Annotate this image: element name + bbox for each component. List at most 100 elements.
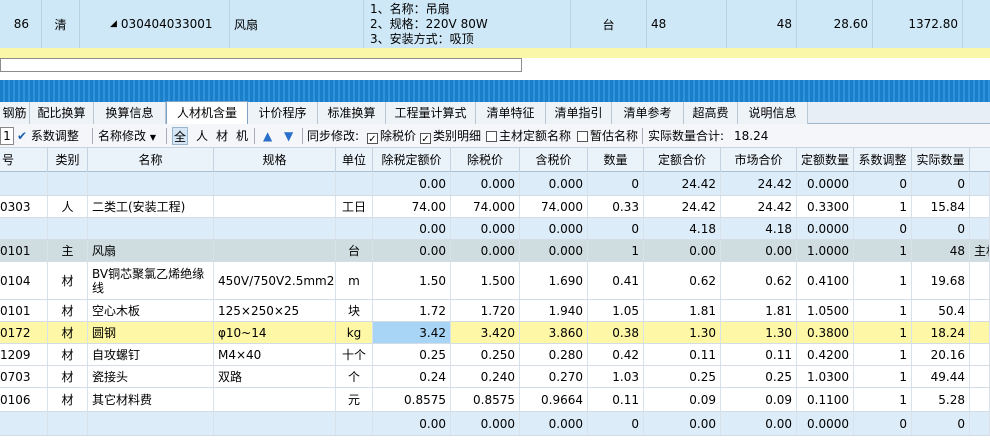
cell-qty[interactable]: 0.42 — [588, 344, 644, 365]
cell-code[interactable]: 0703 — [0, 366, 48, 387]
tab-conversion-info[interactable]: 换算信息 — [94, 102, 166, 124]
temp-name-checkbox[interactable]: 暂估名称 — [577, 124, 638, 148]
cell-name[interactable]: 其它材料费 — [88, 388, 214, 411]
cell-c9[interactable]: 0 — [912, 412, 970, 435]
column-header-market-total[interactable]: 市场合价 — [721, 148, 797, 172]
column-header-actual-qty[interactable]: 实际数量 — [912, 148, 970, 172]
cell-spec[interactable] — [214, 172, 336, 195]
cell-qty[interactable]: 0.38 — [588, 322, 644, 343]
parent-list-row[interactable]: 86 清 ◢ 030404033001 风扇 1、名称：吊扇 2、规格：220V … — [0, 0, 990, 48]
cell-c8[interactable]: 1 — [854, 196, 912, 217]
cell-unit[interactable]: 元 — [336, 388, 373, 411]
spin-input[interactable]: 1 — [0, 124, 14, 148]
tab-rebar[interactable]: 钢筋 — [0, 102, 30, 124]
cell-name[interactable] — [88, 412, 214, 435]
cell-unit[interactable]: 台 — [336, 240, 373, 261]
cell-c6[interactable]: 0.00 — [721, 412, 797, 435]
cell-spec[interactable]: 双路 — [214, 366, 336, 387]
cell-c5[interactable]: 24.42 — [644, 196, 721, 217]
cell-unit[interactable] — [336, 218, 373, 239]
cell-qty[interactable]: 0 — [588, 412, 644, 435]
cell-code[interactable]: 0106 — [0, 388, 48, 411]
cell-extra[interactable] — [970, 322, 990, 343]
cell-c2[interactable]: 3.420 — [451, 322, 520, 343]
table-row[interactable]: 0.00 0.000 0.000 0 24.42 24.42 0.0000 0 0 — [0, 172, 990, 196]
cell-c6[interactable]: 0.62 — [721, 262, 797, 299]
table-row[interactable]: 0.00 0.000 0.000 0 4.18 4.18 0.0000 0 0 — [0, 218, 990, 240]
cell-name[interactable]: 圆钢 — [88, 322, 214, 343]
cell-c5[interactable]: 0.09 — [644, 388, 721, 411]
cell-c1[interactable]: 0.00 — [373, 240, 451, 261]
cell-c1[interactable]: 1.50 — [373, 262, 451, 299]
cell-c5[interactable]: 0.25 — [644, 366, 721, 387]
cell-qty[interactable]: 1.05 — [588, 300, 644, 321]
cell-qty[interactable]: 0 — [588, 172, 644, 195]
cell-c3[interactable]: 0.270 — [520, 366, 588, 387]
tax-excluded-checkbox[interactable]: ✓ 除税价 — [367, 124, 416, 148]
table-row[interactable]: 0101 主风扇台 0.00 0.000 0.000 1 0.00 0.00 1.0000 1 48… — [0, 240, 990, 262]
cell-c2[interactable]: 74.000 — [451, 196, 520, 217]
cell-c9[interactable]: 15.84 — [912, 196, 970, 217]
cell-cat[interactable]: 主 — [48, 240, 88, 261]
cell-c6[interactable]: 24.42 — [721, 196, 797, 217]
cell-cat[interactable]: 材 — [48, 262, 88, 299]
cell-qty[interactable]: 1 — [588, 240, 644, 261]
cell-c5[interactable]: 4.18 — [644, 218, 721, 239]
cell-c1[interactable]: 0.25 — [373, 344, 451, 365]
column-header-quota-total[interactable]: 定额合价 — [644, 148, 721, 172]
tab-pricing-procedure[interactable]: 计价程序 — [248, 102, 318, 124]
cell-c3[interactable]: 3.860 — [520, 322, 588, 343]
system-adjust-button[interactable]: ✔ 系数调整 — [17, 124, 79, 148]
cell-c1[interactable]: 3.42 — [373, 322, 451, 343]
tab-list-features[interactable]: 清单特征 — [476, 102, 546, 124]
cell-c7[interactable]: 0.0000 — [797, 412, 854, 435]
cell-extra[interactable] — [970, 172, 990, 195]
cell-c7[interactable]: 0.3800 — [797, 322, 854, 343]
cell-c2[interactable]: 0.000 — [451, 172, 520, 195]
cell-code[interactable]: 0303 — [0, 196, 48, 217]
cell-cat[interactable]: 材 — [48, 388, 88, 411]
name-modify-dropdown[interactable]: 名称修改 ▼ — [98, 124, 156, 148]
cell-spec[interactable] — [214, 412, 336, 435]
tab-height-fee[interactable]: 超高费 — [684, 102, 738, 124]
table-row[interactable]: 0101 材空心木板 125×250×25 块 1.72 1.720 1.940 1.05 1.… — [0, 300, 990, 322]
cell-spec[interactable]: 450V/750V2.5mm2 — [214, 262, 336, 299]
tab-mix-ratio[interactable]: 配比换算 — [30, 102, 94, 124]
cell-c3[interactable]: 0.000 — [520, 218, 588, 239]
cell-c7[interactable]: 0.4100 — [797, 262, 854, 299]
filter-material-button[interactable]: 材 — [216, 124, 228, 148]
cell-c3[interactable]: 0.9664 — [520, 388, 588, 411]
cell-unit[interactable] — [336, 412, 373, 435]
cell-c6[interactable]: 24.42 — [721, 172, 797, 195]
cell-spec[interactable] — [214, 218, 336, 239]
move-up-icon[interactable]: ▲ — [263, 124, 272, 148]
cell-c6[interactable]: 0.11 — [721, 344, 797, 365]
cell-c5[interactable]: 0.00 — [644, 240, 721, 261]
cell-qty[interactable]: 0.11 — [588, 388, 644, 411]
column-header-category[interactable]: 类别 — [48, 148, 88, 172]
cell-c5[interactable]: 1.30 — [644, 322, 721, 343]
cell-c2[interactable]: 0.000 — [451, 240, 520, 261]
table-row[interactable]: 0303 人二类工(安装工程) 工日 74.00 74.000 74.000 0.33 24.… — [0, 196, 990, 218]
cell-c8[interactable]: 0 — [854, 412, 912, 435]
cell-c1[interactable]: 74.00 — [373, 196, 451, 217]
cell-unit[interactable]: 十个 — [336, 344, 373, 365]
cell-cat[interactable]: 材 — [48, 344, 88, 365]
cell-c7[interactable]: 1.0500 — [797, 300, 854, 321]
cell-unit[interactable]: kg — [336, 322, 373, 343]
cell-c7[interactable]: 1.0300 — [797, 366, 854, 387]
cell-c1[interactable]: 0.00 — [373, 412, 451, 435]
cell-c8[interactable]: 1 — [854, 240, 912, 261]
cell-name[interactable]: 自攻螺钉 — [88, 344, 214, 365]
cell-spec[interactable]: M4×40 — [214, 344, 336, 365]
cell-name[interactable]: 瓷接头 — [88, 366, 214, 387]
cell-c7[interactable]: 0.1100 — [797, 388, 854, 411]
table-row[interactable]: 0.00 0.000 0.000 0 0.00 0.00 0.0000 0 0 — [0, 412, 990, 436]
cell-code[interactable]: 1209 — [0, 344, 48, 365]
cell-c6[interactable]: 0.09 — [721, 388, 797, 411]
cell-code[interactable] — [0, 218, 48, 239]
tab-labor-material-machine[interactable]: 人材机含量 — [166, 101, 248, 125]
cell-c7[interactable]: 0.0000 — [797, 218, 854, 239]
cell-name[interactable] — [88, 218, 214, 239]
cell-c2[interactable]: 0.000 — [451, 218, 520, 239]
